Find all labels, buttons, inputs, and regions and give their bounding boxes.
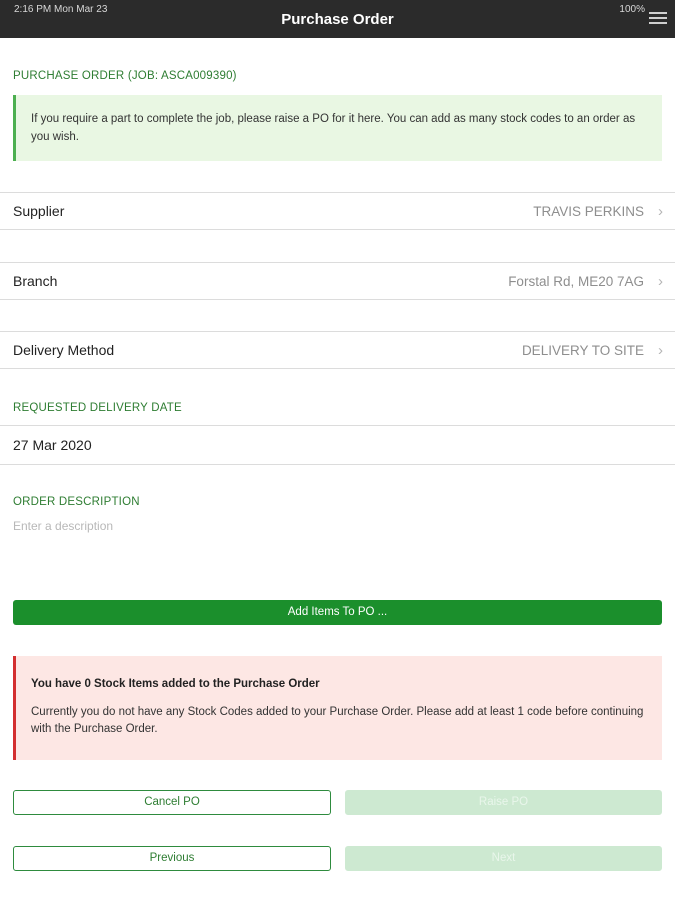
- info-message: If you require a part to complete the jo…: [13, 95, 662, 161]
- supplier-value: TRAVIS PERKINS: [533, 204, 644, 219]
- next-button[interactable]: Next: [345, 846, 662, 871]
- supplier-row[interactable]: Supplier TRAVIS PERKINS ›: [0, 192, 675, 230]
- order-description-input[interactable]: [13, 519, 653, 533]
- delivery-method-row[interactable]: Delivery Method DELIVERY TO SITE ›: [0, 331, 675, 369]
- warning-title: You have 0 Stock Items added to the Purc…: [31, 678, 320, 690]
- warning-message: You have 0 Stock Items added to the Purc…: [13, 656, 662, 760]
- chevron-right-icon: ›: [658, 203, 663, 220]
- delivery-date-value: 27 Mar 2020: [13, 437, 92, 453]
- chevron-right-icon: ›: [658, 273, 663, 290]
- delivery-method-label: Delivery Method: [13, 342, 115, 358]
- add-items-button[interactable]: Add Items To PO ...: [13, 600, 662, 625]
- branch-label: Branch: [13, 273, 58, 289]
- po-section-label: PURCHASE ORDER (JOB: ASCA009390): [13, 70, 237, 82]
- cancel-po-button[interactable]: Cancel PO: [13, 790, 331, 815]
- warning-text: Currently you do not have any Stock Code…: [31, 706, 644, 735]
- chevron-right-icon: ›: [658, 342, 663, 359]
- branch-value: Forstal Rd, ME20 7AG: [508, 274, 644, 289]
- branch-row[interactable]: Branch Forstal Rd, ME20 7AG ›: [0, 262, 675, 300]
- page-title: Purchase Order: [281, 11, 394, 28]
- hamburger-menu-icon[interactable]: [649, 12, 667, 26]
- delivery-method-value: DELIVERY TO SITE: [521, 343, 644, 358]
- navigation-bar: 2:16 PM Mon Mar 23 100% Purchase Order: [0, 0, 675, 38]
- raise-po-button[interactable]: Raise PO: [345, 790, 662, 815]
- delivery-date-field[interactable]: 27 Mar 2020: [0, 425, 675, 465]
- supplier-label: Supplier: [13, 203, 65, 219]
- delivery-date-label: REQUESTED DELIVERY DATE: [13, 402, 182, 414]
- previous-button[interactable]: Previous: [13, 846, 331, 871]
- order-description-label: ORDER DESCRIPTION: [13, 496, 140, 508]
